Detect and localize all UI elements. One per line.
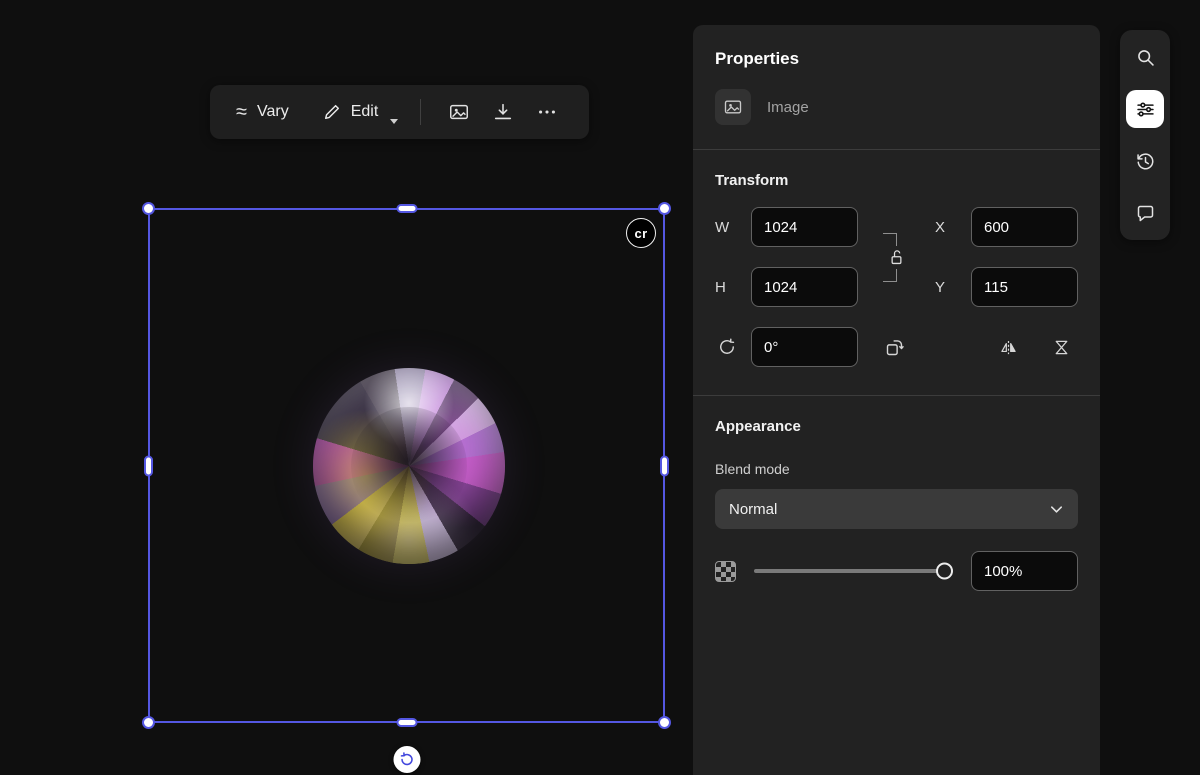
layer-type-label: Image (767, 98, 809, 116)
selection-box[interactable]: cr (142, 202, 671, 773)
edit-label: Edit (350, 103, 379, 120)
vary-label: Vary (256, 103, 289, 120)
opacity-checkerboard-icon (715, 560, 736, 582)
blend-mode-label: Blend mode (715, 461, 790, 477)
selection-handle-bottom-middle[interactable] (396, 718, 417, 727)
selection-handle-bottom-left[interactable] (142, 716, 155, 729)
chevron-down-icon (1049, 502, 1064, 517)
rotate-90-button[interactable] (884, 337, 905, 358)
toolbar-divider (420, 99, 422, 125)
flip-horizontal-icon (998, 337, 1019, 358)
link-bracket-top (882, 232, 897, 246)
image-layer-icon (715, 89, 751, 125)
selection-handle-bottom-right[interactable] (658, 716, 671, 729)
image-icon (448, 101, 470, 123)
rotate-icon (398, 751, 415, 768)
constrain-proportions-assembly (858, 207, 935, 307)
history-button[interactable] (1126, 142, 1164, 180)
link-bracket-bottom (882, 268, 897, 282)
selection-handle-top-left[interactable] (142, 202, 155, 215)
history-icon (1135, 151, 1156, 172)
appearance-section-title: Appearance (715, 418, 801, 435)
rotate-ccw-icon (717, 337, 737, 357)
opacity-row (715, 551, 1078, 591)
edit-dropdown-caret-icon (390, 119, 399, 124)
height-label: H (715, 278, 726, 296)
rotate-selection-handle[interactable] (393, 746, 420, 773)
comments-button[interactable] (1126, 194, 1164, 232)
y-input[interactable] (971, 267, 1078, 307)
pencil-icon (323, 103, 341, 121)
opacity-slider-track[interactable] (754, 569, 953, 573)
opacity-input[interactable] (971, 551, 1078, 591)
layer-row[interactable]: Image (715, 89, 1078, 125)
x-input[interactable] (971, 207, 1078, 247)
transform-grid: W X H Y (715, 207, 1078, 307)
search-icon (1135, 47, 1156, 68)
selection-handle-middle-left[interactable] (144, 455, 153, 476)
selection-handle-top-right[interactable] (658, 202, 671, 215)
x-label: X (935, 218, 946, 236)
rotation-input[interactable] (751, 327, 858, 367)
content-credentials-badge[interactable]: cr (626, 218, 656, 248)
panel-title: Properties (715, 49, 800, 68)
selection-handle-top-middle[interactable] (396, 204, 417, 213)
search-button[interactable] (1126, 38, 1164, 76)
blend-mode-value: Normal (729, 500, 778, 518)
width-label: W (715, 218, 730, 236)
height-input[interactable] (751, 267, 858, 307)
flip-vertical-button[interactable] (1051, 337, 1072, 358)
selection-handle-middle-right[interactable] (660, 455, 669, 476)
rotate-90-icon (884, 337, 905, 358)
sliders-icon (1135, 99, 1156, 120)
flip-vertical-icon (1051, 337, 1072, 358)
properties-panel: Properties Image Transform W X H Y (693, 25, 1100, 775)
right-toolbar (1120, 30, 1170, 240)
reset-rotation-button[interactable] (715, 337, 739, 357)
lock-aspect-ratio-button[interactable] (887, 248, 906, 267)
rotate-row (715, 327, 1078, 367)
blend-mode-dropdown[interactable]: Normal (715, 489, 1078, 529)
properties-tool-button[interactable] (1126, 90, 1164, 128)
y-label: Y (935, 278, 946, 296)
opacity-slider[interactable] (754, 551, 953, 591)
flip-horizontal-button[interactable] (998, 337, 1019, 358)
canvas-toolbar: ≈ Vary Edit (210, 85, 590, 139)
more-options-icon (536, 101, 558, 123)
vary-button[interactable]: ≈ Vary (230, 85, 295, 139)
transform-section-title: Transform (715, 172, 789, 189)
download-icon (492, 101, 514, 123)
divider (693, 149, 1100, 150)
unlock-icon (887, 248, 906, 267)
edit-button[interactable]: Edit (317, 85, 405, 139)
image-button[interactable] (437, 85, 481, 139)
width-input[interactable] (751, 207, 858, 247)
divider (693, 395, 1100, 396)
download-button[interactable] (481, 85, 525, 139)
vary-icon: ≈ (236, 101, 247, 123)
more-options-button[interactable] (525, 85, 569, 139)
opacity-slider-knob[interactable] (936, 562, 953, 580)
comment-icon (1135, 203, 1156, 224)
